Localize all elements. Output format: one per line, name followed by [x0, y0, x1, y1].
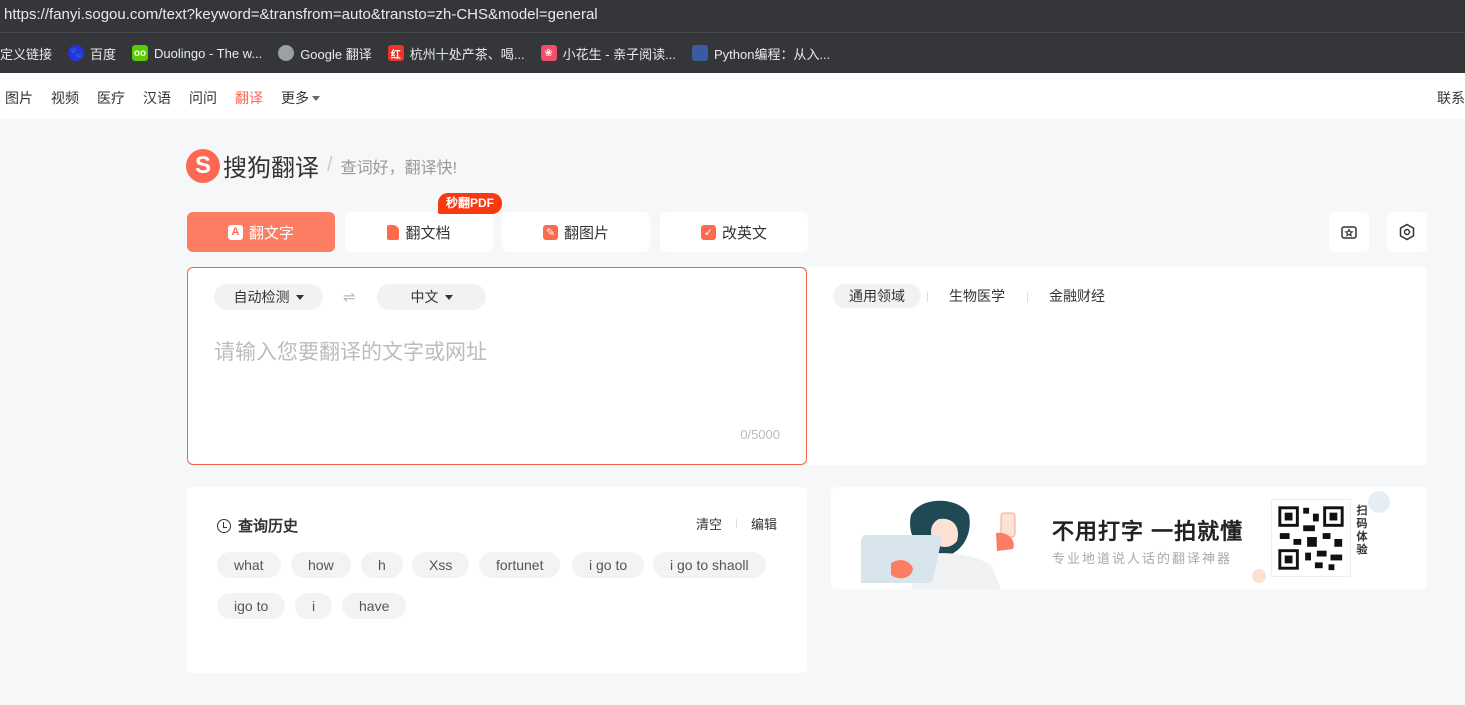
bookmark-python-book[interactable]: Python编程：从入...: [691, 44, 831, 63]
source-language-select[interactable]: 自动检测: [214, 284, 323, 310]
source-language-label: 自动检测: [233, 289, 290, 305]
edit-history-button[interactable]: 编辑: [751, 514, 777, 533]
tab-translate-image[interactable]: ✎ 翻图片: [502, 212, 650, 252]
bookmark-baidu[interactable]: 🐾 百度: [68, 44, 116, 63]
tab-translate-document[interactable]: 翻文档: [345, 212, 493, 252]
decor-circle: [1368, 491, 1390, 513]
address-bar[interactable]: https://fanyi.sogou.com/text?keyword=&tr…: [0, 0, 1465, 32]
chevron-down-icon: [312, 96, 320, 101]
domain-divider: [1027, 292, 1028, 302]
bookmark-label: Python编程：从入...: [713, 46, 831, 62]
tab-label: 改英文: [721, 224, 767, 242]
nav-item-hanyu[interactable]: 汉语: [143, 88, 171, 108]
chevron-down-icon: [444, 294, 453, 300]
history-title-text: 查询历史: [238, 518, 299, 535]
tab-label: 翻图片: [563, 224, 609, 242]
character-counter: 0/5000: [740, 427, 780, 442]
swap-languages-icon[interactable]: ⇌: [343, 288, 356, 306]
nav-item-video[interactable]: 视频: [51, 88, 79, 108]
duolingo-owl-icon: oo: [132, 45, 149, 61]
bookmark-label: Duolingo - The w...: [154, 45, 263, 61]
pdf-promo-badge[interactable]: 秒翻PDF: [438, 193, 503, 214]
settings-button[interactable]: [1387, 212, 1427, 252]
history-title: 查询历史: [217, 515, 298, 536]
woman-with-laptop-illustration: [861, 500, 1016, 589]
domain-biomedical[interactable]: 生物医学: [949, 284, 1005, 308]
bookmark-label: 杭州十处产茶、喝...: [409, 46, 525, 62]
nav-item-translate[interactable]: 翻译: [235, 88, 263, 108]
document-icon: [387, 224, 400, 240]
nav-more-label: 更多: [281, 90, 309, 106]
history-action-divider: [736, 519, 737, 528]
chevron-down-icon: [295, 294, 304, 300]
favorites-button[interactable]: [1329, 212, 1369, 252]
domain-general[interactable]: 通用领域: [833, 284, 921, 308]
bookmark-google-translate[interactable]: Google 翻译: [278, 44, 372, 63]
tab-label: 翻文档: [405, 224, 451, 242]
clock-icon: [217, 518, 231, 533]
history-chip[interactable]: Xss: [412, 552, 470, 578]
image-icon: ✎: [542, 224, 558, 240]
search-history-panel: 查询历史 清空 编辑 what how h Xss fortunet i go …: [187, 487, 807, 673]
bookmark-label: 小花生 - 亲子阅读...: [562, 46, 676, 62]
history-chip[interactable]: h: [361, 552, 403, 578]
history-chip[interactable]: fortunet: [479, 552, 561, 578]
history-chip[interactable]: i go to: [572, 552, 645, 578]
tab-translate-text[interactable]: A 翻文字: [187, 212, 335, 252]
source-text-input[interactable]: 请输入您要翻译的文字或网址: [214, 336, 487, 366]
logo-slogan: 查词好，翻译快!: [340, 159, 458, 177]
bookmark-label: 百度: [90, 46, 117, 62]
decor-circle: [1252, 569, 1266, 583]
nav-item-images[interactable]: 图片: [5, 88, 33, 108]
history-chip[interactable]: have: [342, 593, 407, 619]
bookmark-xiaohuasheng[interactable]: ❀ 小花生 - 亲子阅读...: [540, 44, 676, 63]
scan-to-try-label: 扫码体验: [1356, 505, 1368, 556]
nav-item-more[interactable]: 更多: [281, 88, 320, 108]
tab-label: 翻文字: [248, 224, 294, 242]
bookmarks-bar: 定义链接 🐾 百度 oo Duolingo - The w... Google 翻译…: [0, 32, 1465, 73]
history-chip[interactable]: what: [217, 552, 281, 578]
app-promo-banner[interactable]: 不用打字 一拍就懂 专业地道说人话的翻译神器 扫码体验: [831, 487, 1427, 589]
clear-history-button[interactable]: 清空: [696, 514, 722, 533]
domain-divider: [927, 292, 928, 302]
domain-finance[interactable]: 金融财经: [1049, 284, 1105, 308]
bookmark-custom-link[interactable]: 定义链接: [0, 44, 52, 63]
banner-title: 不用打字 一拍就懂: [1052, 519, 1244, 544]
book-icon: [691, 45, 708, 61]
tab-correct-english[interactable]: ✓ 改英文: [660, 212, 808, 252]
globe-icon: [278, 45, 295, 61]
logo-separator: /: [327, 154, 333, 176]
bookmark-label: Google 翻译: [300, 46, 372, 62]
history-chip[interactable]: igo to: [217, 593, 286, 619]
flower-logo-icon: ❀: [540, 45, 557, 61]
history-chip[interactable]: i go to shaoll: [653, 552, 766, 578]
bookmark-label: 定义链接: [0, 46, 53, 62]
logo-name: 搜狗翻译: [223, 155, 319, 182]
star-folder-icon: [1341, 226, 1357, 239]
site-nav: 图片 视频 医疗 汉语 问问 翻译 更多 联系: [0, 73, 1465, 119]
translation-result-panel: 通用领域 生物医学 金融财经: [807, 267, 1427, 465]
gear-icon: [1399, 223, 1415, 241]
source-text-panel[interactable]: 自动检测 ⇌ 中文 请输入您要翻译的文字或网址 0/5000: [187, 267, 807, 465]
banner-subtitle: 专业地道说人话的翻译神器: [1052, 551, 1233, 566]
qr-code-icon: [1271, 499, 1351, 577]
nav-contact[interactable]: 联系: [1437, 88, 1465, 108]
sogou-translate-logo[interactable]: S 搜狗翻译 / 查词好，翻译快!: [186, 148, 457, 183]
nav-item-medical[interactable]: 医疗: [97, 88, 125, 108]
check-edit-icon: ✓: [700, 224, 716, 240]
target-language-label: 中文: [410, 289, 439, 305]
bookmark-hangzhou-tea[interactable]: 红杭州十处产茶、喝...: [387, 44, 525, 63]
nav-item-wenwen[interactable]: 问问: [189, 88, 217, 108]
baidu-paw-icon: 🐾: [68, 45, 85, 61]
history-chip[interactable]: i: [295, 593, 333, 619]
target-language-select[interactable]: 中文: [377, 284, 486, 310]
bookmark-duolingo[interactable]: oo Duolingo - The w...: [132, 45, 262, 61]
text-a-icon: A: [227, 224, 243, 240]
red-logo-icon: 红: [387, 45, 404, 61]
sogou-logo-icon: S: [186, 148, 220, 183]
history-chip[interactable]: how: [291, 552, 351, 578]
